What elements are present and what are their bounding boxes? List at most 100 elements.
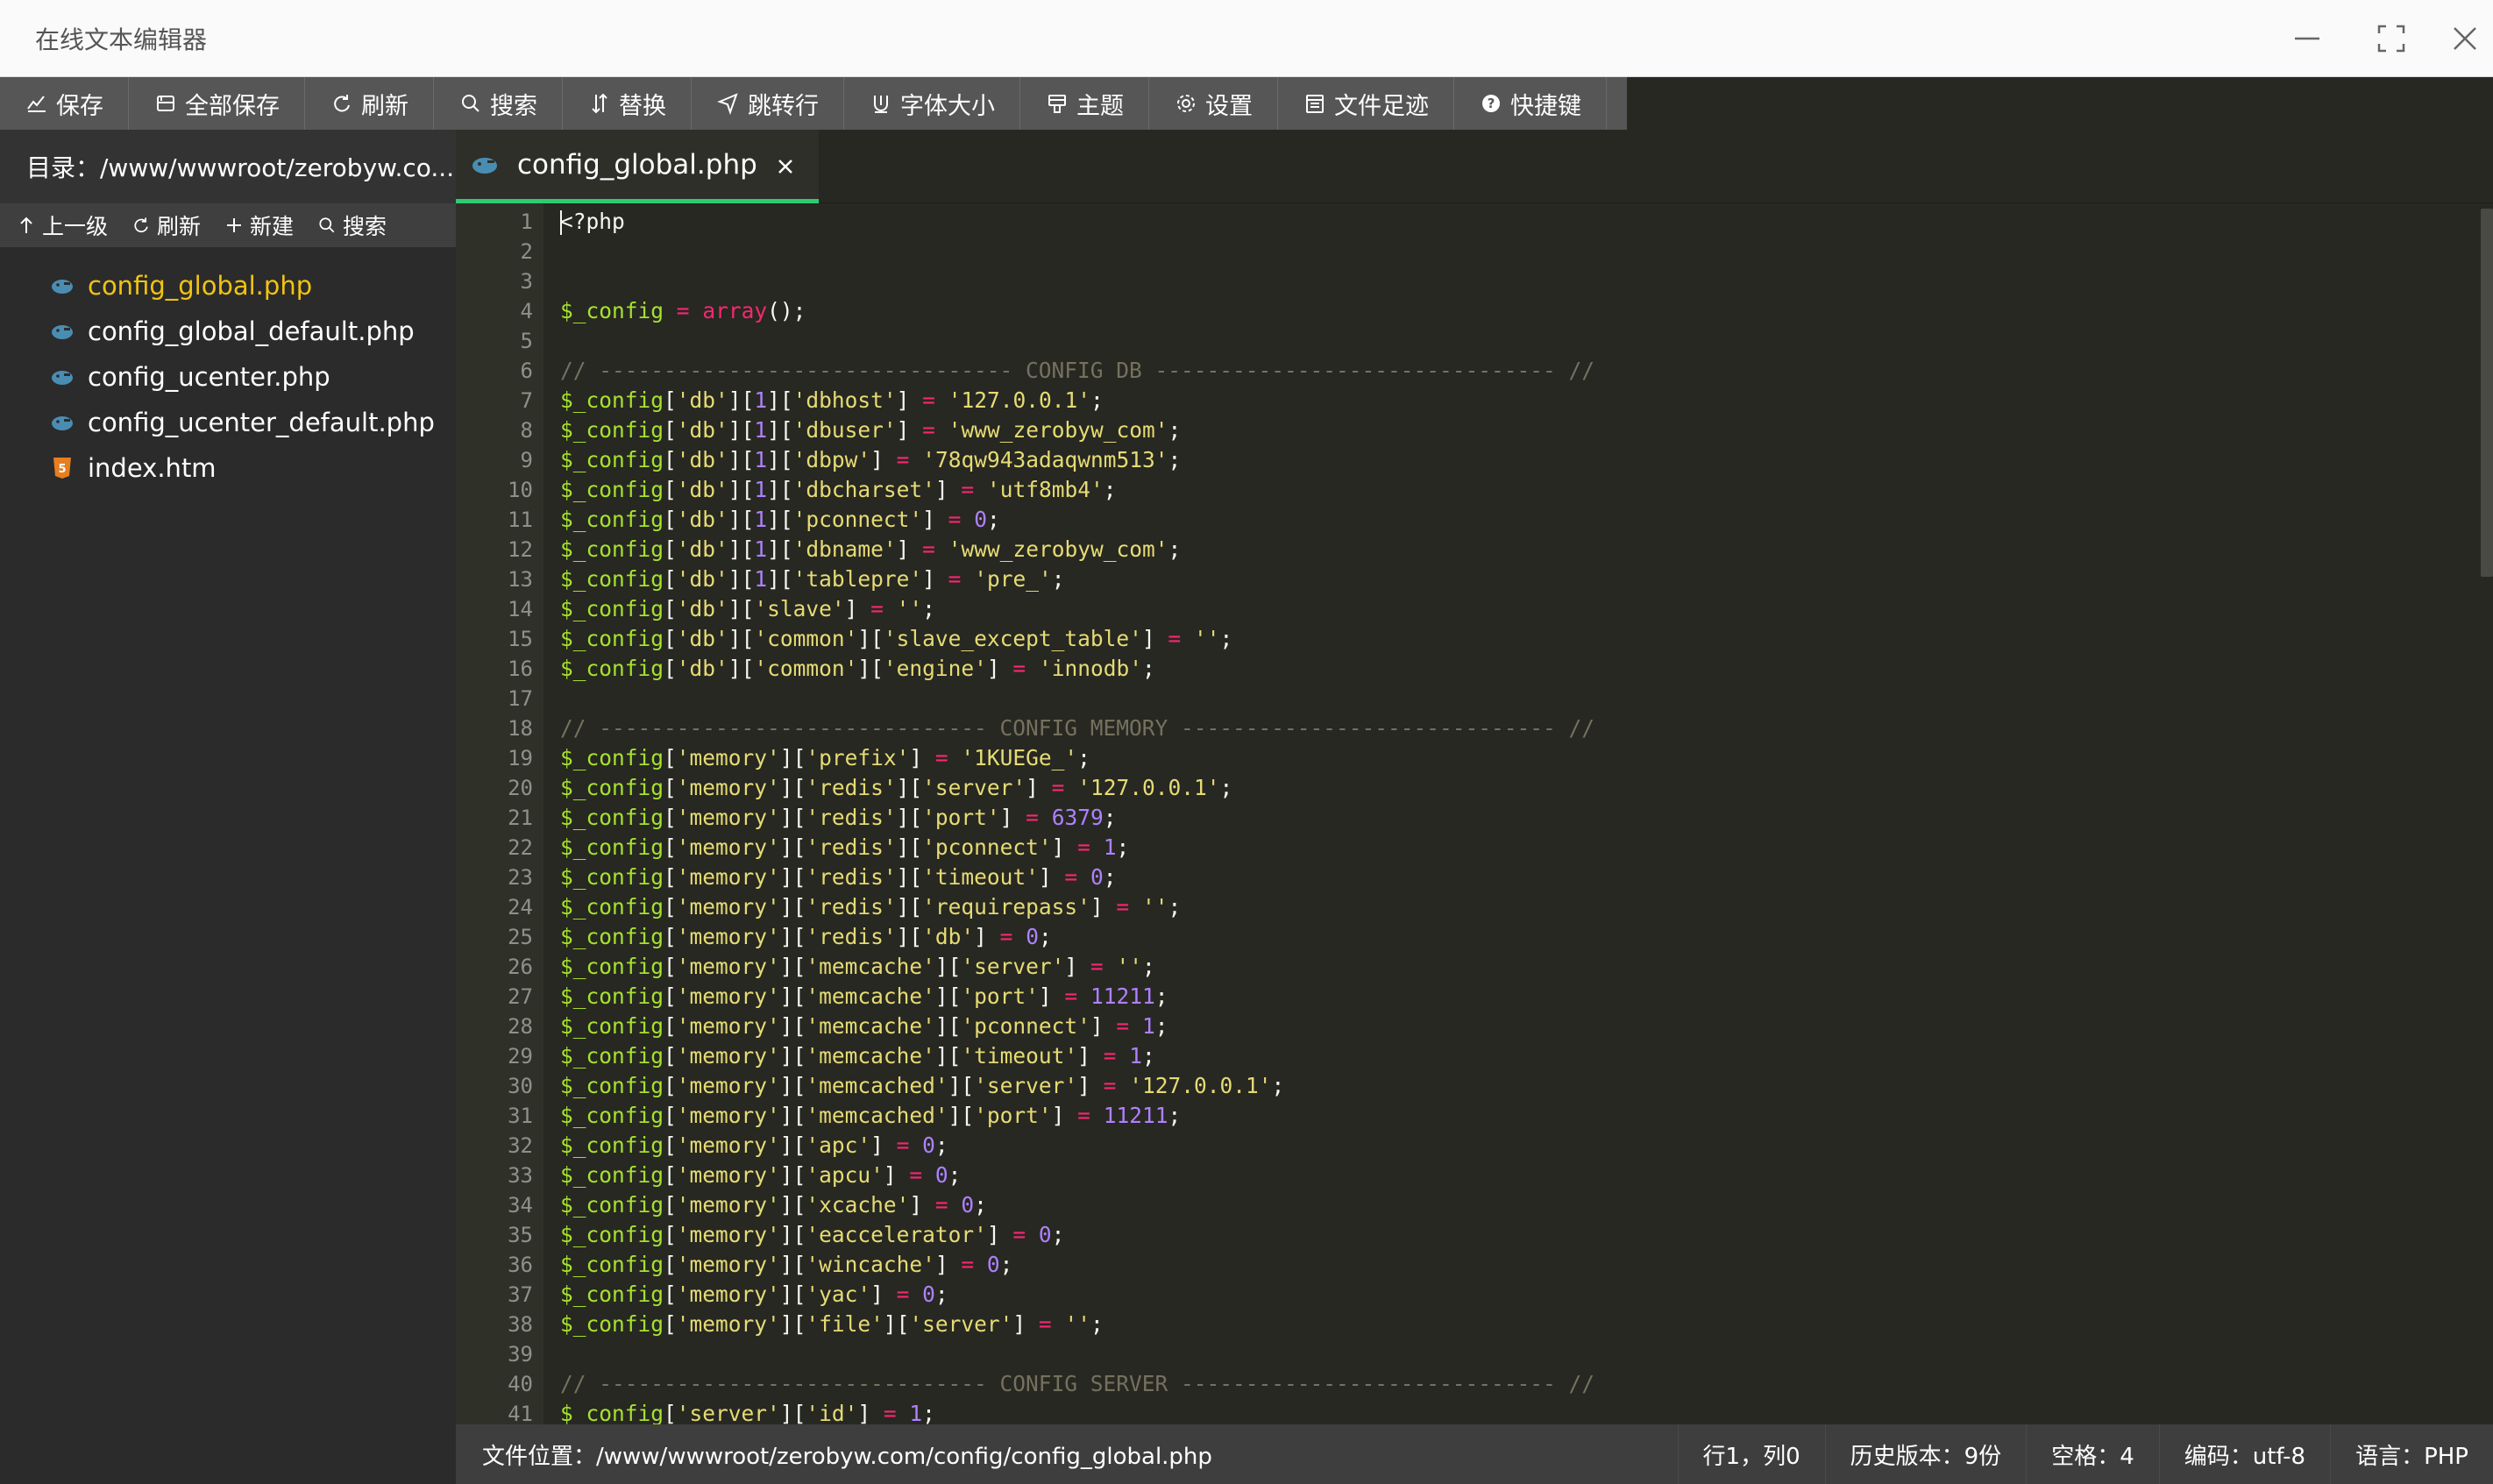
search-icon: [458, 91, 483, 116]
file-item[interactable]: config_ucenter_default.php: [0, 400, 456, 445]
code-line[interactable]: $_config['db']['common']['engine'] = 'in…: [560, 654, 2462, 684]
code-line[interactable]: $_config['db']['common']['slave_except_t…: [560, 624, 2462, 654]
toolbar-button-8[interactable]: 设置: [1149, 77, 1278, 130]
tab-config-global[interactable]: config_global.php: [456, 130, 819, 203]
line-number: 40: [508, 1372, 533, 1396]
close-icon: [778, 160, 792, 174]
code-line[interactable]: $_config = array();: [560, 296, 2462, 326]
directory-path[interactable]: 目录：/www/wwwroot/zerobyw.co...: [0, 130, 456, 203]
sidebar-action-2[interactable]: 新建: [224, 209, 294, 241]
code-line[interactable]: // ------------------------------ CONFIG…: [560, 714, 2462, 743]
toolbar-button-6[interactable]: 字体大小: [844, 77, 1020, 130]
line-number: 13: [508, 567, 533, 592]
toolbar-button-label: 跳转行: [748, 92, 819, 120]
code-line[interactable]: $_config['db']['slave'] = '';: [560, 594, 2462, 624]
line-number: 35: [508, 1223, 533, 1247]
code-line[interactable]: <?php: [560, 207, 2462, 237]
file-sidebar: 目录：/www/wwwroot/zerobyw.co... 上一级 刷新 新建 搜索 …: [0, 130, 456, 1484]
line-number: 6: [520, 359, 533, 383]
code-line[interactable]: $_config['memory']['apc'] = 0;: [560, 1131, 2462, 1161]
code-line[interactable]: $_config['memory']['memcache']['server']…: [560, 952, 2462, 982]
cursor-position[interactable]: 行1，列0: [1677, 1424, 1825, 1484]
encoding-setting[interactable]: 编码：utf-8: [2158, 1424, 2330, 1484]
toolbar-button-9[interactable]: 文件足迹: [1278, 77, 1454, 130]
sidebar-action-0[interactable]: 上一级: [16, 209, 108, 241]
toolbar-button-3[interactable]: 搜索: [434, 77, 563, 130]
minimize-button[interactable]: [2284, 16, 2330, 61]
line-number: 25: [508, 925, 533, 949]
code-line[interactable]: $_config['db'][1]['dbname'] = 'www_zerob…: [560, 535, 2462, 564]
sidebar-action-3[interactable]: 搜索: [316, 209, 387, 241]
file-list: config_global.php config_global_default.p…: [0, 247, 456, 491]
line-number: 5: [520, 329, 533, 353]
language-mode[interactable]: 语言：PHP: [2330, 1424, 2493, 1484]
toolbar-button-5[interactable]: 跳转行: [692, 77, 844, 130]
tab-label: config_global.php: [517, 148, 757, 181]
file-item[interactable]: config_ucenter.php: [0, 354, 456, 400]
code-line[interactable]: $_config['memory']['wincache'] = 0;: [560, 1250, 2462, 1280]
file-item[interactable]: config_global_default.php: [0, 309, 456, 354]
code-editor[interactable]: 1 2 3 4 5 6 7 8 9 10 11 12 13 14 15 16 17 18 19 20 21 22 23 24 2…: [456, 203, 2493, 1424]
code-line[interactable]: $_config['memory']['file']['server'] = '…: [560, 1310, 2462, 1339]
code-line[interactable]: $_config['db'][1]['tablepre'] = 'pre_';: [560, 564, 2462, 594]
toolbar-button-0[interactable]: 保存: [0, 77, 129, 130]
code-line[interactable]: $_config['db'][1]['dbpw'] = '78qw943adaq…: [560, 445, 2462, 475]
line-number: 11: [508, 508, 533, 532]
code-line[interactable]: $_config['memory']['memcached']['port'] …: [560, 1101, 2462, 1131]
history-versions[interactable]: 历史版本：9份: [1824, 1424, 2027, 1484]
code-line[interactable]: $_config['memory']['redis']['timeout'] =…: [560, 863, 2462, 892]
toolbar-button-1[interactable]: 全部保存: [129, 77, 305, 130]
code-line[interactable]: [560, 684, 2462, 714]
code-line[interactable]: $_config['memory']['apcu'] = 0;: [560, 1161, 2462, 1190]
close-tab-button[interactable]: [771, 153, 799, 181]
file-name: config_global_default.php: [88, 316, 415, 346]
code-line[interactable]: $_config['memory']['redis']['port'] = 63…: [560, 803, 2462, 833]
code-line[interactable]: $_config['memory']['redis']['requirepass…: [560, 892, 2462, 922]
toolbar-button-7[interactable]: 主题: [1020, 77, 1149, 130]
file-item[interactable]: config_global.php: [0, 263, 456, 309]
maximize-button[interactable]: [2369, 16, 2414, 61]
code-line[interactable]: [560, 1339, 2462, 1369]
code-line[interactable]: $_config['memory']['memcached']['server'…: [560, 1071, 2462, 1101]
line-number: 30: [508, 1074, 533, 1098]
sidebar-action-1[interactable]: 刷新: [131, 209, 201, 241]
code-line[interactable]: [560, 237, 2462, 266]
code-line[interactable]: $_config['db'][1]['dbuser'] = 'www_zerob…: [560, 415, 2462, 445]
line-number: 41: [508, 1402, 533, 1424]
toolbar-button-2[interactable]: 刷新: [305, 77, 434, 130]
code-line[interactable]: $_config['db'][1]['dbhost'] = '127.0.0.1…: [560, 386, 2462, 415]
toolbar-button-10[interactable]: ? 快捷键: [1454, 77, 1607, 130]
code-line[interactable]: $_config['db'][1]['dbcharset'] = 'utf8mb…: [560, 475, 2462, 505]
line-number: 9: [520, 448, 533, 472]
code-line[interactable]: $_config['memory']['memcache']['pconnect…: [560, 1012, 2462, 1041]
code-line[interactable]: $_config['memory']['memcache']['port'] =…: [560, 982, 2462, 1012]
indent-setting[interactable]: 空格：4: [2026, 1424, 2159, 1484]
code-line[interactable]: // -------------------------------- CONF…: [560, 356, 2462, 386]
code-line[interactable]: $_config['db'][1]['pconnect'] = 0;: [560, 505, 2462, 535]
editor-scrollbar[interactable]: [2481, 209, 2493, 577]
line-number: 18: [508, 716, 533, 741]
code-line[interactable]: $_config['memory']['redis']['db'] = 0;: [560, 922, 2462, 952]
code-line[interactable]: $_config['memory']['xcache'] = 0;: [560, 1190, 2462, 1220]
file-item[interactable]: 5 index.htm: [0, 445, 456, 491]
code-line[interactable]: $_config['memory']['prefix'] = '1KUEGe_'…: [560, 743, 2462, 773]
code-line[interactable]: $_config['memory']['eaccelerator'] = 0;: [560, 1220, 2462, 1250]
code-line[interactable]: [560, 266, 2462, 296]
toolbar-button-4[interactable]: 替换: [563, 77, 692, 130]
code-line[interactable]: [560, 326, 2462, 356]
code-line[interactable]: $_config['server']['id'] = 1;: [560, 1399, 2462, 1424]
code-line[interactable]: $_config['memory']['yac'] = 0;: [560, 1280, 2462, 1310]
code-line[interactable]: // ------------------------------ CONFIG…: [560, 1369, 2462, 1399]
toolbar-button-label: 文件足迹: [1334, 92, 1429, 120]
close-window-button[interactable]: [2442, 16, 2488, 61]
line-number: 39: [508, 1342, 533, 1367]
code-area[interactable]: <?php $_config = array(); // -------------…: [560, 207, 2462, 1424]
refresh-icon: [131, 215, 152, 236]
code-line[interactable]: $_config['memory']['redis']['server'] = …: [560, 773, 2462, 803]
toolbar-button-label: 快捷键: [1510, 92, 1581, 120]
php-icon: [49, 273, 75, 299]
sidebar-action-label: 新建: [250, 214, 295, 239]
save-all-icon: [153, 91, 178, 116]
code-line[interactable]: $_config['memory']['redis']['pconnect'] …: [560, 833, 2462, 863]
code-line[interactable]: $_config['memory']['memcache']['timeout'…: [560, 1041, 2462, 1071]
